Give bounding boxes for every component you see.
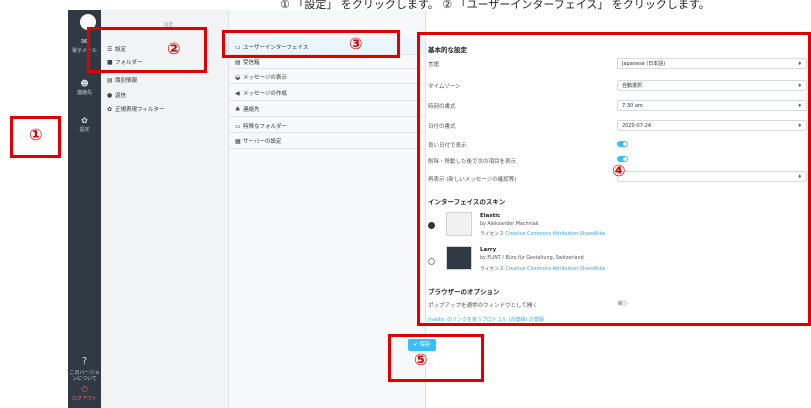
section-inbox[interactable]: ▤ 受信箱	[235, 58, 260, 66]
instruction-fragment: ① 「設定」 をクリックします。 ② 「ユーザーインターフェイス」 をクリックし…	[280, 0, 710, 10]
gear-icon[interactable]: ✿	[68, 117, 101, 125]
divider	[229, 148, 425, 149]
inbox-icon: ▤	[235, 59, 241, 66]
id-card-icon: ▤	[107, 77, 113, 84]
section-special-folders[interactable]: ▭ 特殊なフォルダー	[235, 122, 287, 130]
section-compose[interactable]: ◀ メッセージの作成	[235, 89, 287, 97]
nav-label-about[interactable]: このバージョンについて	[68, 370, 101, 382]
callout-number-4: ④	[612, 161, 626, 180]
contacts-icon[interactable]: ☻	[68, 80, 101, 88]
folder-outline-icon: ▭	[235, 123, 241, 130]
callout-number-5: ⑤	[414, 350, 428, 369]
category-filters[interactable]: ✿ 正規表現フィルター	[107, 105, 164, 113]
divider	[229, 83, 425, 84]
nav-label-settings[interactable]: 設定	[68, 127, 101, 133]
callout-box-5	[388, 334, 484, 382]
callout-number-2: ②	[167, 39, 181, 58]
callout-number-1: ①	[29, 125, 43, 144]
callout-number-3: ③	[349, 34, 363, 53]
section-message-display[interactable]: ◒ メッセージの表示	[235, 73, 287, 81]
nav-label-logout[interactable]: ログアウト	[68, 396, 101, 402]
nav-label-contacts[interactable]: 連絡先	[68, 90, 101, 96]
category-responses[interactable]: ● 返信	[107, 91, 126, 99]
callout-box-2	[87, 27, 207, 73]
help-icon[interactable]: ?	[68, 357, 101, 367]
section-server-settings[interactable]: ▦ サーバーの設定	[235, 137, 281, 145]
divider	[229, 100, 425, 101]
power-icon[interactable]: ⏻	[68, 386, 101, 394]
category-identities[interactable]: ▤ 識別情報	[107, 76, 137, 84]
envelope-open-icon: ◒	[235, 74, 241, 81]
callout-box-3	[222, 30, 400, 58]
server-icon: ▦	[235, 138, 241, 145]
section-contacts[interactable]: ♣ 連絡先	[235, 105, 260, 113]
divider	[229, 68, 425, 69]
comment-icon: ●	[107, 92, 113, 99]
divider	[229, 116, 425, 117]
people-icon: ♣	[235, 106, 241, 113]
send-icon: ◀	[235, 90, 240, 97]
divider	[229, 132, 425, 133]
filter-gear-icon: ✿	[107, 106, 113, 113]
